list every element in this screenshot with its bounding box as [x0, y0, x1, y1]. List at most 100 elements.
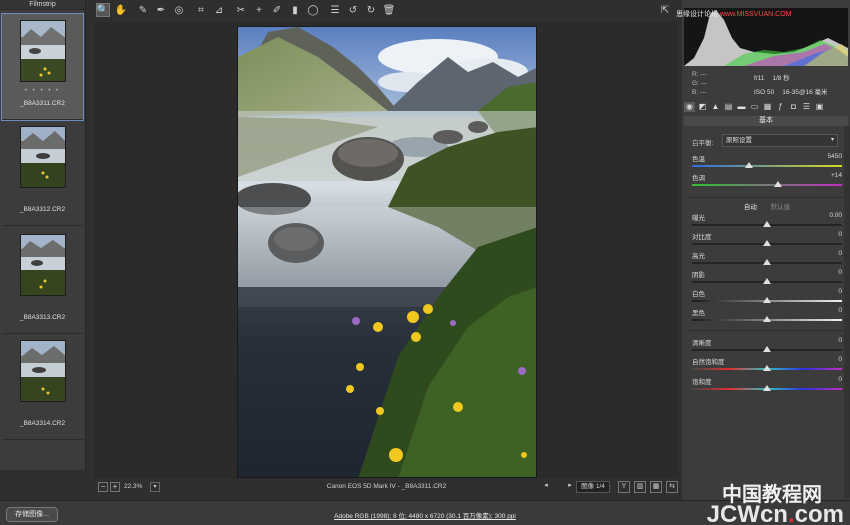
vibrance-slider-handle[interactable]	[763, 365, 771, 371]
panel-tabs: ◉ ◩ ▲ ▤ ▬ ▭ ▦ ƒ ◘ ☰ ▣	[684, 102, 848, 114]
image-preview-area	[94, 22, 679, 478]
previous-image-button[interactable]: ◂	[540, 481, 552, 493]
white-balance-label: 白平衡:	[692, 140, 714, 147]
tint-value[interactable]: +14	[831, 172, 842, 179]
panel-title: 基本	[684, 116, 848, 126]
exif-info: f/11 1/8 秒 ISO 50 16-35@16 毫米	[754, 72, 836, 100]
tint-slider-handle[interactable]	[773, 181, 782, 187]
straighten-tool-icon[interactable]: ⊿	[212, 3, 226, 17]
tab-fx-icon[interactable]: ƒ	[775, 102, 786, 112]
tab-basic-icon[interactable]: ◉	[684, 102, 695, 112]
exposure-slider-handle[interactable]	[763, 221, 771, 227]
rating-dots[interactable]: • • • • •	[2, 88, 83, 94]
temperature-label: 色温	[692, 156, 705, 163]
adjustment-brush-tool-icon[interactable]: ✐	[270, 3, 284, 17]
crop-tool-icon[interactable]: ⌗	[194, 3, 208, 17]
saturation-slider-handle[interactable]	[763, 385, 771, 391]
highlights-value[interactable]: 0	[838, 250, 842, 257]
fullscreen-icon[interactable]: ⇱	[658, 3, 672, 17]
shadows-value[interactable]: 0	[838, 269, 842, 276]
before-after-split-button[interactable]: ▥	[634, 481, 646, 493]
site-watermark-cn: 中国教程网	[722, 482, 822, 506]
lens: 16-35@16 毫米	[782, 89, 828, 96]
clarity-value[interactable]: 0	[838, 337, 842, 344]
spot-removal-tool-icon[interactable]: ✂	[234, 3, 248, 17]
temperature-slider[interactable]: 色温 5450	[692, 153, 842, 173]
tab-camera-calibration-icon[interactable]: ◘	[788, 102, 799, 112]
auto-default-row: 自动 默认值	[692, 201, 842, 211]
tab-tone-curve-icon[interactable]: ◩	[697, 102, 708, 112]
temperature-value[interactable]: 5450	[828, 153, 842, 160]
vibrance-value[interactable]: 0	[838, 356, 842, 363]
preview-photo[interactable]	[237, 26, 537, 478]
trash-icon[interactable]: 🗑	[382, 3, 396, 17]
tab-detail-icon[interactable]: ▲	[710, 102, 721, 112]
tab-split-toning-icon[interactable]: ▬	[736, 102, 747, 112]
contrast-slider-handle[interactable]	[763, 240, 771, 246]
tab-snapshots-icon[interactable]: ▣	[814, 102, 825, 112]
preferences-tool-icon[interactable]: ☰	[328, 3, 342, 17]
color-sampler-tool-icon[interactable]: ✒	[154, 3, 168, 17]
tint-track[interactable]	[692, 184, 842, 186]
tab-hsl-icon[interactable]: ▤	[723, 102, 734, 112]
exposure-value[interactable]: 0.00	[829, 212, 842, 219]
temperature-track[interactable]	[692, 165, 842, 167]
next-image-button[interactable]: ▸	[564, 481, 576, 493]
filmstrip-item[interactable]: _B8A3314.CR2	[2, 334, 83, 440]
highlights-slider[interactable]: 高光 0	[692, 250, 842, 270]
thumbnail-image	[20, 126, 66, 188]
vibrance-label: 自然饱和度	[692, 359, 725, 366]
shutter-speed: 1/8 秒	[772, 75, 790, 82]
exposure-slider[interactable]: 曝光 0.00	[692, 212, 842, 232]
saturation-slider[interactable]: 饱和度 0	[692, 376, 842, 396]
clarity-slider-handle[interactable]	[763, 346, 771, 352]
tint-slider[interactable]: 色调 +14	[692, 172, 842, 192]
filmstrip-item[interactable]: _B8A3313.CR2	[2, 228, 83, 334]
blacks-value[interactable]: 0	[838, 307, 842, 314]
contrast-slider[interactable]: 对比度 0	[692, 231, 842, 251]
tab-presets-icon[interactable]: ☰	[801, 102, 812, 112]
saturation-value[interactable]: 0	[838, 376, 842, 383]
thumbnail-image	[20, 234, 66, 296]
contrast-value[interactable]: 0	[838, 231, 842, 238]
filmstrip-filename: _B8A3311.CR2	[20, 100, 65, 107]
highlights-slider-handle[interactable]	[763, 259, 771, 265]
white-balance-select[interactable]: 原照设置 ▾	[722, 134, 838, 147]
whites-value[interactable]: 0	[838, 288, 842, 295]
blacks-slider-handle[interactable]	[763, 316, 771, 322]
shadows-slider[interactable]: 阴影 0	[692, 269, 842, 289]
green-readout: G: ---	[692, 80, 708, 87]
filmstrip-item[interactable]: _B8A3312.CR2	[2, 120, 83, 226]
divider	[688, 330, 844, 331]
default-link[interactable]: 默认值	[771, 204, 791, 211]
hand-tool-icon[interactable]: ✋	[114, 3, 128, 17]
filmstrip-panel: Filmstrip • • • • • _B8A3311.CR2 _B8A331…	[0, 0, 86, 470]
whites-slider-handle[interactable]	[763, 297, 771, 303]
watermark-text: 思缘设计论坛 www.MISSVUAN.COM	[676, 11, 792, 18]
vibrance-slider[interactable]: 自然饱和度 0	[692, 356, 842, 376]
swap-settings-button[interactable]: ⇆	[666, 481, 678, 493]
graduated-filter-tool-icon[interactable]: ▮	[288, 3, 302, 17]
zoom-tool-icon[interactable]: 🔍	[96, 3, 110, 17]
before-after-y-button[interactable]: Y	[618, 481, 630, 493]
red-eye-tool-icon[interactable]: +	[252, 3, 266, 17]
whites-slider[interactable]: 白色 0	[692, 288, 842, 308]
tab-lens-icon[interactable]: ▭	[749, 102, 760, 112]
exposure-label: 曝光	[692, 215, 705, 222]
tint-label: 色调	[692, 175, 705, 182]
auto-link[interactable]: 自动	[744, 204, 757, 211]
before-after-grid-button[interactable]: ▦	[650, 481, 662, 493]
targeted-adjustment-tool-icon[interactable]: ◎	[172, 3, 186, 17]
shadows-slider-handle[interactable]	[763, 278, 771, 284]
tab-effects-icon[interactable]: ▦	[762, 102, 773, 112]
rotate-left-icon[interactable]: ↺	[346, 3, 360, 17]
clarity-slider[interactable]: 清晰度 0	[692, 337, 842, 357]
blacks-slider[interactable]: 黑色 0	[692, 307, 842, 327]
aperture: f/11	[754, 75, 765, 82]
rotate-right-icon[interactable]: ↻	[364, 3, 378, 17]
radial-filter-tool-icon[interactable]: ◯	[306, 3, 320, 17]
temperature-slider-handle[interactable]	[745, 162, 753, 168]
filmstrip-item[interactable]: • • • • • _B8A3311.CR2	[1, 13, 84, 121]
white-balance-tool-icon[interactable]: ✎	[136, 3, 150, 17]
panel-scrollbar[interactable]	[844, 126, 850, 498]
